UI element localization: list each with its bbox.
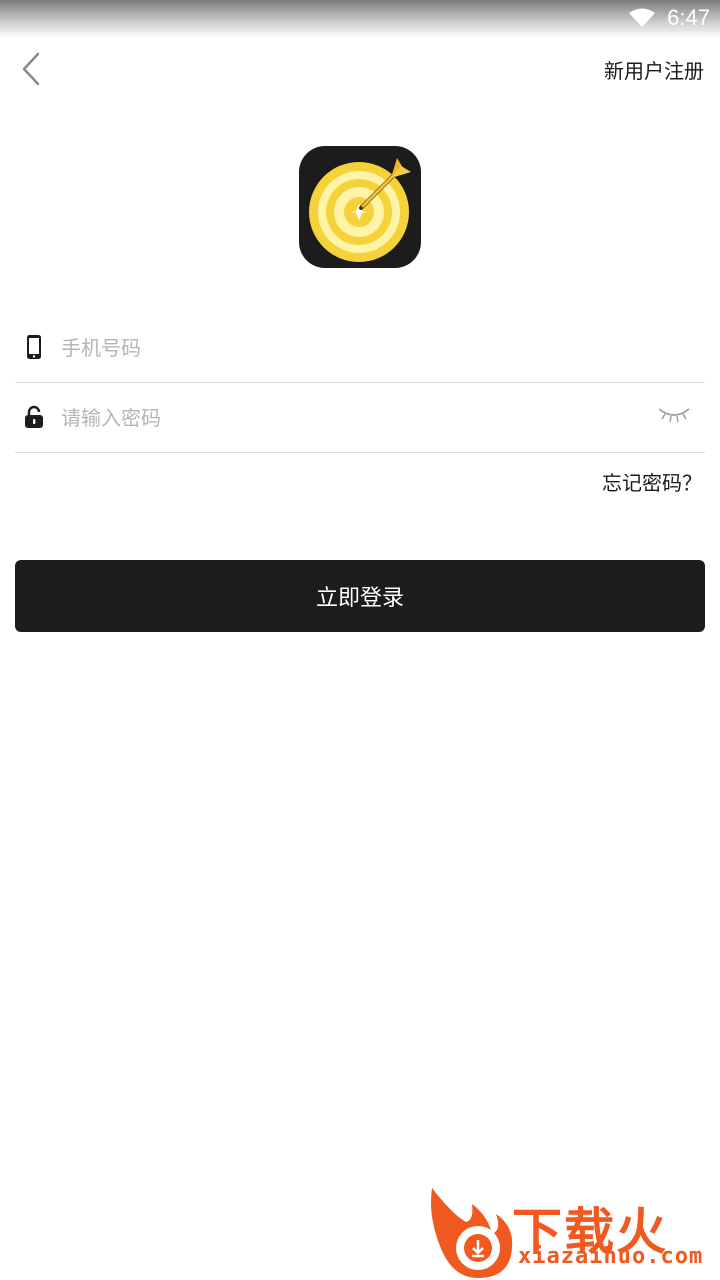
chevron-left-icon [22, 52, 40, 86]
flame-logo-icon [431, 1188, 513, 1278]
password-input[interactable] [59, 400, 623, 436]
app-logo [299, 146, 421, 268]
password-field-row [15, 382, 705, 453]
login-button[interactable]: 立即登录 [15, 560, 705, 632]
status-bar: 6:47 [0, 0, 720, 38]
back-button[interactable] [18, 50, 48, 88]
watermark-url: xiazaihuo.com [518, 1244, 704, 1269]
phone-input[interactable] [59, 330, 623, 366]
lock-icon [25, 405, 43, 428]
phone-field-row [15, 312, 705, 383]
eye-closed-icon[interactable] [657, 404, 691, 424]
forgot-password-link[interactable]: 忘记密码？ [602, 467, 702, 496]
dartboard-target-icon [309, 158, 411, 262]
register-link[interactable]: 新用户注册 [604, 55, 704, 84]
watermark: 下载火 xiazaihuo.com [426, 1186, 720, 1280]
wifi-icon [629, 8, 655, 27]
phone-icon [27, 335, 41, 359]
status-time: 6:47 [667, 5, 710, 30]
